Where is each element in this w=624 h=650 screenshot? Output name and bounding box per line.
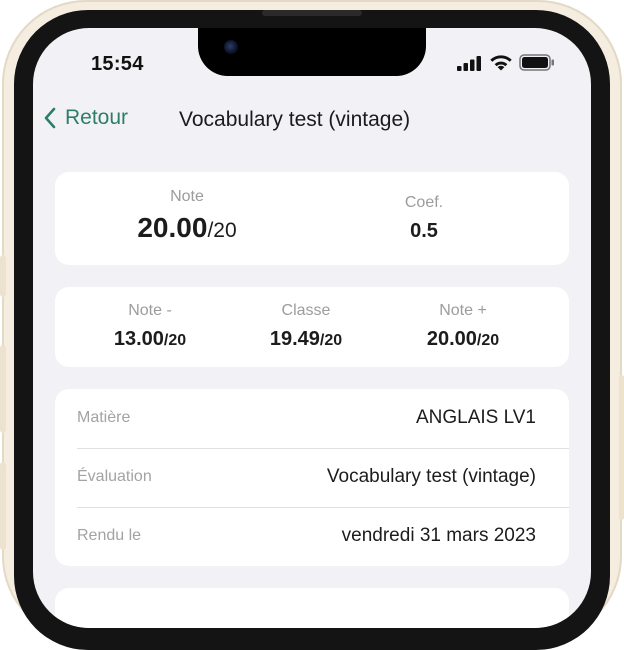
detail-row-evaluation: Évaluation Vocabulary test (vintage) xyxy=(55,448,569,507)
chevron-left-icon xyxy=(44,107,56,129)
status-time: 15:54 xyxy=(91,53,144,75)
volume-up-button xyxy=(0,345,6,433)
stats-card: Note - 13.00/20 Classe 19.49/20 Note + 2… xyxy=(55,287,569,367)
grade-card: Note 20.00/20 Coef. 0.5 xyxy=(55,172,569,265)
camera-icon xyxy=(224,40,238,54)
details-card: Matière ANGLAIS LV1 Évaluation Vocabular… xyxy=(55,389,569,566)
stat-max-value: 20.00 xyxy=(426,328,477,350)
speaker-grille xyxy=(262,10,362,16)
stat-min-label: Note - xyxy=(128,302,172,319)
stat-max-out-of: /20 xyxy=(476,332,500,349)
back-button[interactable]: Retour xyxy=(43,106,128,130)
note-value-block: 20.00/20 xyxy=(55,212,319,244)
next-card xyxy=(55,588,569,628)
stat-max: Note + 20.00/20 xyxy=(383,302,543,351)
stat-class: Classe 19.49/20 xyxy=(226,302,386,351)
note-out-of: /20 xyxy=(207,219,237,242)
back-label: Retour xyxy=(65,106,129,129)
note-label: Note xyxy=(170,188,204,205)
stat-class-out-of: /20 xyxy=(319,332,343,349)
detail-row-subject: Matière ANGLAIS LV1 xyxy=(55,389,569,448)
volume-down-button xyxy=(0,462,6,550)
coef-label: Coef. xyxy=(404,194,444,211)
detail-value: ANGLAIS LV1 xyxy=(415,407,536,428)
detail-value: Vocabulary test (vintage) xyxy=(326,466,536,487)
note-value: 20.00 xyxy=(137,212,208,243)
app-screen: 15:54 Retour Vocabulary test (vintage) N… xyxy=(33,28,591,628)
detail-label: Matière xyxy=(77,409,131,426)
coef-value: 0.5 xyxy=(410,220,438,242)
detail-row-date: Rendu le vendredi 31 mars 2023 xyxy=(55,507,569,566)
stat-class-value: 19.49 xyxy=(269,328,320,350)
mute-switch xyxy=(0,255,6,297)
stat-min: Note - 13.00/20 xyxy=(70,302,230,351)
stat-min-value: 13.00 xyxy=(113,328,164,350)
stat-min-out-of: /20 xyxy=(163,332,187,349)
signal-icon xyxy=(457,55,481,71)
notch xyxy=(198,28,426,76)
power-button xyxy=(619,375,624,520)
status-icons xyxy=(457,54,555,71)
battery-icon xyxy=(519,54,554,71)
detail-label: Évaluation xyxy=(77,468,152,485)
page-title: Vocabulary test (vintage) xyxy=(179,108,411,131)
stat-class-label: Classe xyxy=(281,302,331,319)
wifi-icon xyxy=(490,55,512,71)
detail-value: vendredi 31 mars 2023 xyxy=(341,525,536,546)
detail-label: Rendu le xyxy=(77,527,142,544)
stat-max-label: Note + xyxy=(439,302,487,319)
